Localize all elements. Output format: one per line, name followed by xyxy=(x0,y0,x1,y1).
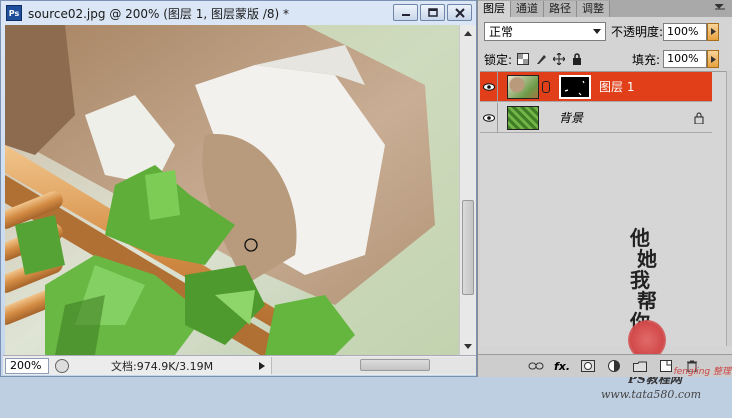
lock-label: 锁定: xyxy=(484,52,513,67)
move-icon xyxy=(553,53,566,65)
new-group-button[interactable] xyxy=(630,358,650,374)
lock-icon xyxy=(573,53,582,65)
watermark: 他 她 我 帮 你 PS教程网 www.tata580.com xyxy=(600,228,720,418)
layer-name[interactable]: 背景 xyxy=(559,109,583,126)
layers-scrollbar[interactable] xyxy=(726,71,732,346)
layer-thumbnail[interactable] xyxy=(507,74,539,99)
arrow-right-icon xyxy=(259,361,265,370)
scroll-up-button[interactable] xyxy=(460,25,476,41)
layer-thumbnail[interactable] xyxy=(507,105,539,130)
layer-style-button[interactable]: fx. xyxy=(552,358,572,374)
maximize-icon xyxy=(427,8,438,17)
lock-icon xyxy=(694,112,704,124)
corner-watermark: fengling 整理 xyxy=(673,367,731,377)
panel-bottom-bar: fx. fengling 整理 xyxy=(478,354,732,377)
opacity-slider-button[interactable] xyxy=(707,22,720,41)
document-titlebar[interactable]: Ps source02.jpg @ 200% (图层 1, 图层蒙版 /8) * xyxy=(1,1,476,25)
lock-row: 锁定: 填充: 100% xyxy=(484,50,720,68)
lock-position-button[interactable] xyxy=(552,52,566,66)
arrow-right-icon xyxy=(710,55,716,63)
chain-icon xyxy=(528,362,544,370)
layers-panel: 图层 通道 路径 调整 正常 不透明度: 100% 锁定: 填充: 100% 图… xyxy=(477,0,732,401)
document-window: Ps source02.jpg @ 200% (图层 1, 图层蒙版 /8) * xyxy=(0,0,477,377)
document-size-info: 文档:974.9K/3.19M xyxy=(111,359,214,373)
arrow-down-icon xyxy=(464,344,472,349)
mask-shape-icon xyxy=(564,80,585,95)
layer-name[interactable]: 图层 1 xyxy=(599,78,634,95)
zoom-field[interactable]: 200% xyxy=(5,357,49,374)
fill-label: 填充: xyxy=(632,52,661,67)
arrow-right-icon xyxy=(710,28,716,35)
visibility-toggle[interactable] xyxy=(480,102,498,133)
adjustment-layer-button[interactable] xyxy=(604,358,624,374)
minimize-icon xyxy=(401,13,410,16)
tab-adjustments[interactable]: 调整 xyxy=(577,1,610,17)
panel-tabs: 图层 通道 路径 调整 xyxy=(478,0,732,17)
new-layer-icon xyxy=(660,360,672,372)
watermark-char: 她 xyxy=(637,247,657,271)
link-layers-button[interactable] xyxy=(526,358,546,374)
watermark-site-url: www.tata580.com xyxy=(600,388,702,401)
eye-icon xyxy=(482,82,495,91)
photoshop-logo-icon: Ps xyxy=(6,5,22,21)
layer-row-layer1[interactable]: 图层 1 xyxy=(480,71,712,102)
vertical-scroll-thumb[interactable] xyxy=(462,200,474,295)
arrow-up-icon xyxy=(464,31,472,36)
lock-transparency-button[interactable] xyxy=(516,52,530,66)
close-button[interactable] xyxy=(447,4,472,21)
opacity-label: 不透明度: xyxy=(611,25,664,39)
checker-icon xyxy=(517,53,530,65)
fill-slider-button[interactable] xyxy=(707,50,720,68)
blend-row: 正常 不透明度: 100% xyxy=(484,22,720,41)
add-mask-button[interactable] xyxy=(578,358,598,374)
lock-pixels-button[interactable] xyxy=(534,52,548,66)
eye-icon xyxy=(482,113,495,122)
tab-paths[interactable]: 路径 xyxy=(544,1,577,17)
brush-icon xyxy=(537,55,547,64)
image-canvas[interactable] xyxy=(5,25,459,355)
canvas-image xyxy=(5,25,459,355)
horizontal-scroll-thumb[interactable] xyxy=(360,359,430,371)
panel-menu-button[interactable] xyxy=(714,2,726,14)
fill-field[interactable]: 100% xyxy=(663,50,708,68)
link-icon[interactable] xyxy=(542,80,550,93)
scroll-down-button[interactable] xyxy=(460,339,476,355)
mask-icon xyxy=(581,360,595,372)
blend-mode-value: 正常 xyxy=(489,25,514,39)
layer-row-background[interactable]: 背景 xyxy=(480,102,712,133)
chevron-down-icon xyxy=(593,29,601,34)
document-title: source02.jpg @ 200% (图层 1, 图层蒙版 /8) * xyxy=(28,6,290,21)
tab-channels[interactable]: 通道 xyxy=(511,1,544,17)
watermark-char: 他 xyxy=(630,226,650,250)
visibility-toggle[interactable] xyxy=(480,71,498,102)
layer-mask-thumbnail[interactable] xyxy=(559,74,591,99)
group-icon xyxy=(633,361,647,372)
watermark-char: 我 xyxy=(630,268,650,292)
blend-mode-select[interactable]: 正常 xyxy=(484,22,606,41)
minimize-button[interactable] xyxy=(393,4,418,21)
status-info-icon[interactable] xyxy=(55,358,69,373)
vertical-scrollbar[interactable] xyxy=(459,25,476,355)
lock-all-button[interactable] xyxy=(570,52,584,66)
horizontal-scrollbar[interactable] xyxy=(271,357,476,374)
status-menu-button[interactable] xyxy=(255,358,269,374)
maximize-button[interactable] xyxy=(420,4,445,21)
opacity-field[interactable]: 100% xyxy=(663,22,708,41)
panel-menu-icon xyxy=(715,4,725,10)
adjustment-icon xyxy=(608,360,620,372)
status-bar: 200% 文档:974.9K/3.19M xyxy=(3,355,476,375)
layers-list: 图层 1 背景 他 她 我 帮 你 PS教程网 www.tata580.com xyxy=(480,71,726,401)
close-icon xyxy=(454,7,465,18)
tab-layers[interactable]: 图层 xyxy=(478,1,511,17)
watermark-char: 帮 xyxy=(637,289,657,313)
